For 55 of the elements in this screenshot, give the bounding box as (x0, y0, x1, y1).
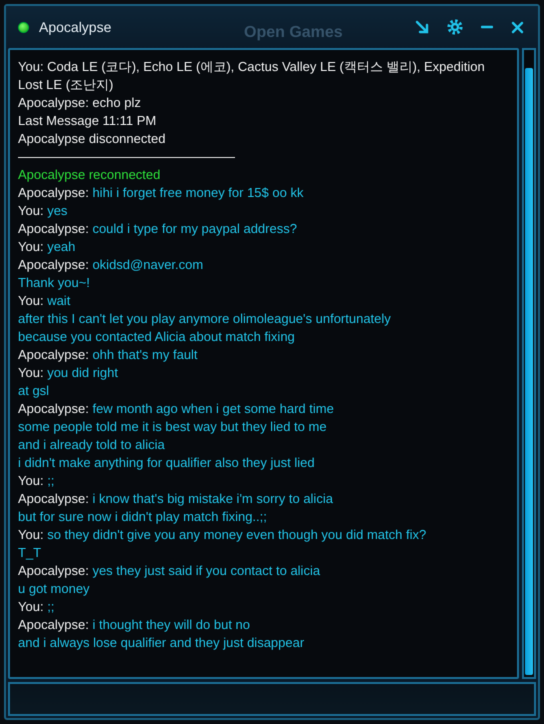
arrow-icon[interactable] (415, 20, 429, 34)
sender-name: You: (18, 527, 44, 542)
chat-message: ;; (47, 473, 54, 488)
chat-message: yeah (47, 239, 76, 254)
chat-message: T_T (18, 544, 42, 562)
chat-message: because you contacted Alicia about match fixing (18, 328, 296, 346)
sender-name: Apocalypse: (18, 185, 89, 200)
chat-message: okidsd@naver.com (92, 257, 204, 272)
sender-name: You: (18, 239, 44, 254)
minimize-icon[interactable] (481, 25, 493, 29)
chat-line: Last Message 11:11 PM (18, 112, 158, 130)
chat-message: Thank you~! (18, 274, 91, 292)
sender-name: You: (18, 599, 44, 614)
chat-message: some people told me it is best way but they lied to me (18, 418, 328, 436)
chat-message: few month ago when i get some hard time (92, 401, 334, 416)
window-title: Apocalypse (39, 19, 112, 35)
chat-message: ;; (47, 599, 54, 614)
chat-message: i thought they will do but no (92, 617, 250, 632)
sender-name: Apocalypse: (18, 257, 89, 272)
chat-message: ohh that's my fault (92, 347, 198, 362)
chat-message: wait (47, 293, 70, 308)
sender-name: Apocalypse: (18, 401, 89, 416)
chat-line: Apocalypse disconnected (18, 130, 166, 148)
chat-message: could i type for my paypal address? (92, 221, 297, 236)
scrollbar[interactable] (522, 48, 536, 679)
chat-message: so they didn't give you any money even though you did match fix? (47, 527, 426, 542)
chat-line: You: Coda LE (코다), Echo LE (에코), Cactus Valley LE (캑터스 밸리), Expedition Lost LE (조난지) (18, 58, 486, 94)
chat-message: and i always lose qualifier and they just disappear (18, 634, 306, 652)
chat-message: yes they just said if you contact to alicia (92, 563, 320, 578)
chat-message: u got money (18, 580, 91, 598)
sender-name: Apocalypse: (18, 221, 89, 236)
chat-message: i didn't make anything for qualifier also they just lied (18, 454, 316, 472)
settings-icon[interactable] (447, 19, 463, 35)
sender-name: Apocalypse: (18, 563, 89, 578)
sender-name: You: (18, 473, 44, 488)
chat-message: and i already told to alicia (18, 436, 166, 454)
chat-message: but for sure now i didn't play match fixing..;; (18, 508, 268, 526)
chat-line: Apocalypse: echo plz (18, 94, 142, 112)
status-line: Apocalypse reconnected (18, 166, 162, 184)
message-input[interactable] (8, 682, 536, 716)
sender-name: Apocalypse: (18, 617, 89, 632)
chat-message: after this I can't let you play anymore olimoleague's unfortunately (18, 310, 392, 328)
chat-message: i know that's big mistake i'm sorry to alicia (92, 491, 333, 506)
scroll-thumb[interactable] (525, 68, 533, 675)
sender-name: You: (18, 365, 44, 380)
chat-message: at gsl (18, 382, 50, 400)
sender-name: You: (18, 203, 44, 218)
sender-name: Apocalypse: (18, 491, 89, 506)
sender-name: Apocalypse: (18, 347, 89, 362)
background-text: Open Games (244, 24, 343, 42)
chat-message: hihi i forget free money for 15$ oo kk (92, 185, 304, 200)
chat-message: yes (47, 203, 68, 218)
chat-message: you did right (47, 365, 118, 380)
sender-name: You: (18, 293, 44, 308)
close-icon[interactable] (511, 20, 524, 34)
